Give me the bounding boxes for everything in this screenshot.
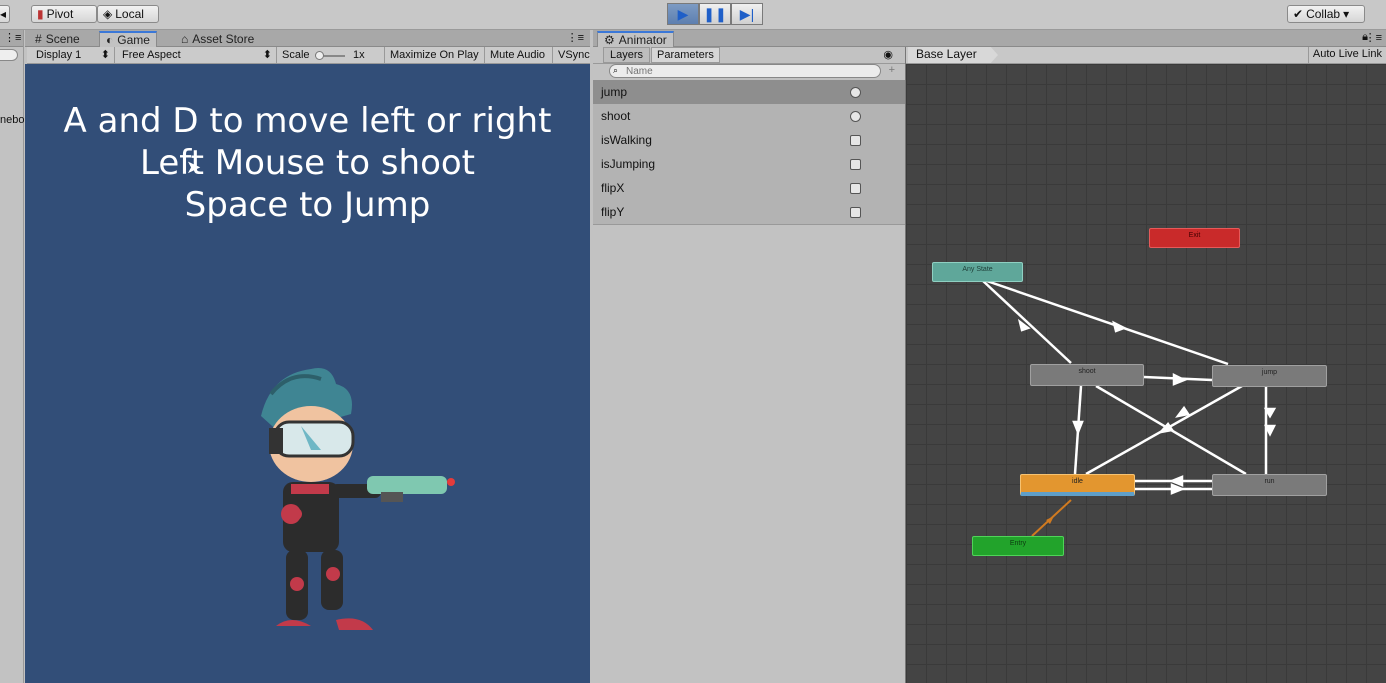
list-item[interactable]: flipX [593,176,905,200]
hierarchy-panel: ⋮≡ nebo [0,30,24,683]
tab-asset-store[interactable]: ⌂ Asset Store [175,31,260,47]
bool-checkbox[interactable] [850,206,861,218]
pacman-icon: ◐ [106,33,114,47]
pause-icon: ❚❚ [703,5,727,22]
search-field[interactable] [0,49,18,61]
parameter-list: jump shoot isWalking isJumping flipX fli… [593,80,905,225]
search-icon: ⌕ [613,65,619,75]
tab-game[interactable]: ◐ Game [99,31,157,47]
menu-icon[interactable]: ⋮≡ [4,31,21,44]
chevron-updown-icon: ⬍ [262,49,272,61]
state-any-state[interactable]: Any State [932,262,1023,282]
mute-audio-toggle[interactable]: Mute Audio [485,47,553,64]
animator-icon: ⚙ [604,33,615,47]
main-toolbar: ◂ ▮ Pivot ◈ Local ▶ ❚❚ ▶| ✔ Collab ▾ [0,0,1386,30]
state-entry[interactable]: Entry [972,536,1064,556]
list-item[interactable]: isWalking [593,128,905,152]
cursor-icon: ➤ [186,157,202,177]
dropdown-icon: ▾ [1343,7,1350,21]
vsync-toggle[interactable]: VSync [553,47,590,64]
pivot-button[interactable]: ▮ Pivot [31,5,97,23]
cube-icon: ◈ [103,7,113,21]
add-parameter-icon[interactable]: + [889,64,895,76]
state-run[interactable]: run [1212,474,1327,496]
list-item[interactable]: shoot [593,104,905,128]
eye-icon[interactable]: ◉ [883,48,893,61]
slider-thumb[interactable] [315,51,324,60]
state-exit[interactable]: Exit [1149,228,1240,248]
list-item[interactable]: jump [593,80,905,104]
state-shoot[interactable]: shoot [1030,364,1144,386]
step-button[interactable]: ▶| [731,3,763,25]
scale-slider[interactable]: Scale 1x [277,47,385,64]
hash-icon: # [35,32,42,46]
maximize-on-play-toggle[interactable]: Maximize On Play [385,47,485,64]
game-tabbar: # Scene ◐ Game ⌂ Asset Store ⋮≡ [25,30,590,47]
trigger-toggle[interactable] [850,110,861,122]
graph-header: Base Layer Auto Live Link [906,47,1386,64]
tab-scene[interactable]: # Scene [29,31,86,47]
pivot-icon: ▮ [37,7,44,21]
step-icon: ▶| [739,5,755,22]
collab-button[interactable]: ✔ Collab ▾ [1287,5,1365,23]
hand-tool-button[interactable]: ◂ [0,5,10,23]
player-character [261,368,455,630]
store-icon: ⌂ [181,32,189,46]
check-icon: ✔ [1293,7,1304,21]
play-button[interactable]: ▶ [667,3,699,25]
breadcrumb[interactable]: Base Layer [908,47,998,63]
menu-icon[interactable]: ⋮≡ [567,31,584,44]
chevron-updown-icon: ⬍ [100,49,110,61]
tab-layers[interactable]: Layers [603,47,651,63]
list-item[interactable]: isJumping [593,152,905,176]
animator-sidebar-header: Layers Parameters ◉ [593,47,905,64]
trigger-toggle[interactable] [850,86,861,98]
state-machine-graph[interactable]: Exit Any State shoot jump idle run Entry [906,64,1386,683]
display-dropdown[interactable]: Display 1 ⬍ [31,47,115,64]
game-viewport[interactable]: A and D to move left or right Left Mouse… [25,64,590,683]
game-controls-bar: Display 1 ⬍ Free Aspect ⬍ Scale 1x Maximiz… [27,47,590,64]
animator-tabbar: ⚙ Animator 🔒︎ ⋮≡ [593,30,1386,47]
hand-icon: ◂ [0,7,7,21]
aspect-dropdown[interactable]: Free Aspect ⬍ [117,47,277,64]
local-button[interactable]: ◈ Local [97,5,159,23]
menu-icon[interactable]: ⋮≡ [1365,31,1382,44]
tab-parameters[interactable]: Parameters [651,47,720,63]
state-idle[interactable]: idle [1020,474,1135,496]
state-jump[interactable]: jump [1212,365,1327,387]
hierarchy-tabbar: ⋮≡ [0,30,23,47]
hierarchy-item[interactable]: nebo [0,114,24,126]
instructions-text: A and D to move left or right Left Mouse… [63,101,552,225]
bool-checkbox[interactable] [850,134,861,146]
playback-controls: ▶ ❚❚ ▶| [667,3,763,25]
bool-checkbox[interactable] [850,182,861,194]
pause-button[interactable]: ❚❚ [699,3,731,25]
list-item[interactable]: flipY [593,200,905,224]
play-icon: ▶ [677,5,689,22]
tab-animator[interactable]: ⚙ Animator [597,31,674,47]
search-input[interactable] [609,64,881,78]
bool-checkbox[interactable] [850,158,861,170]
auto-live-link-toggle[interactable]: Auto Live Link [1307,47,1386,63]
